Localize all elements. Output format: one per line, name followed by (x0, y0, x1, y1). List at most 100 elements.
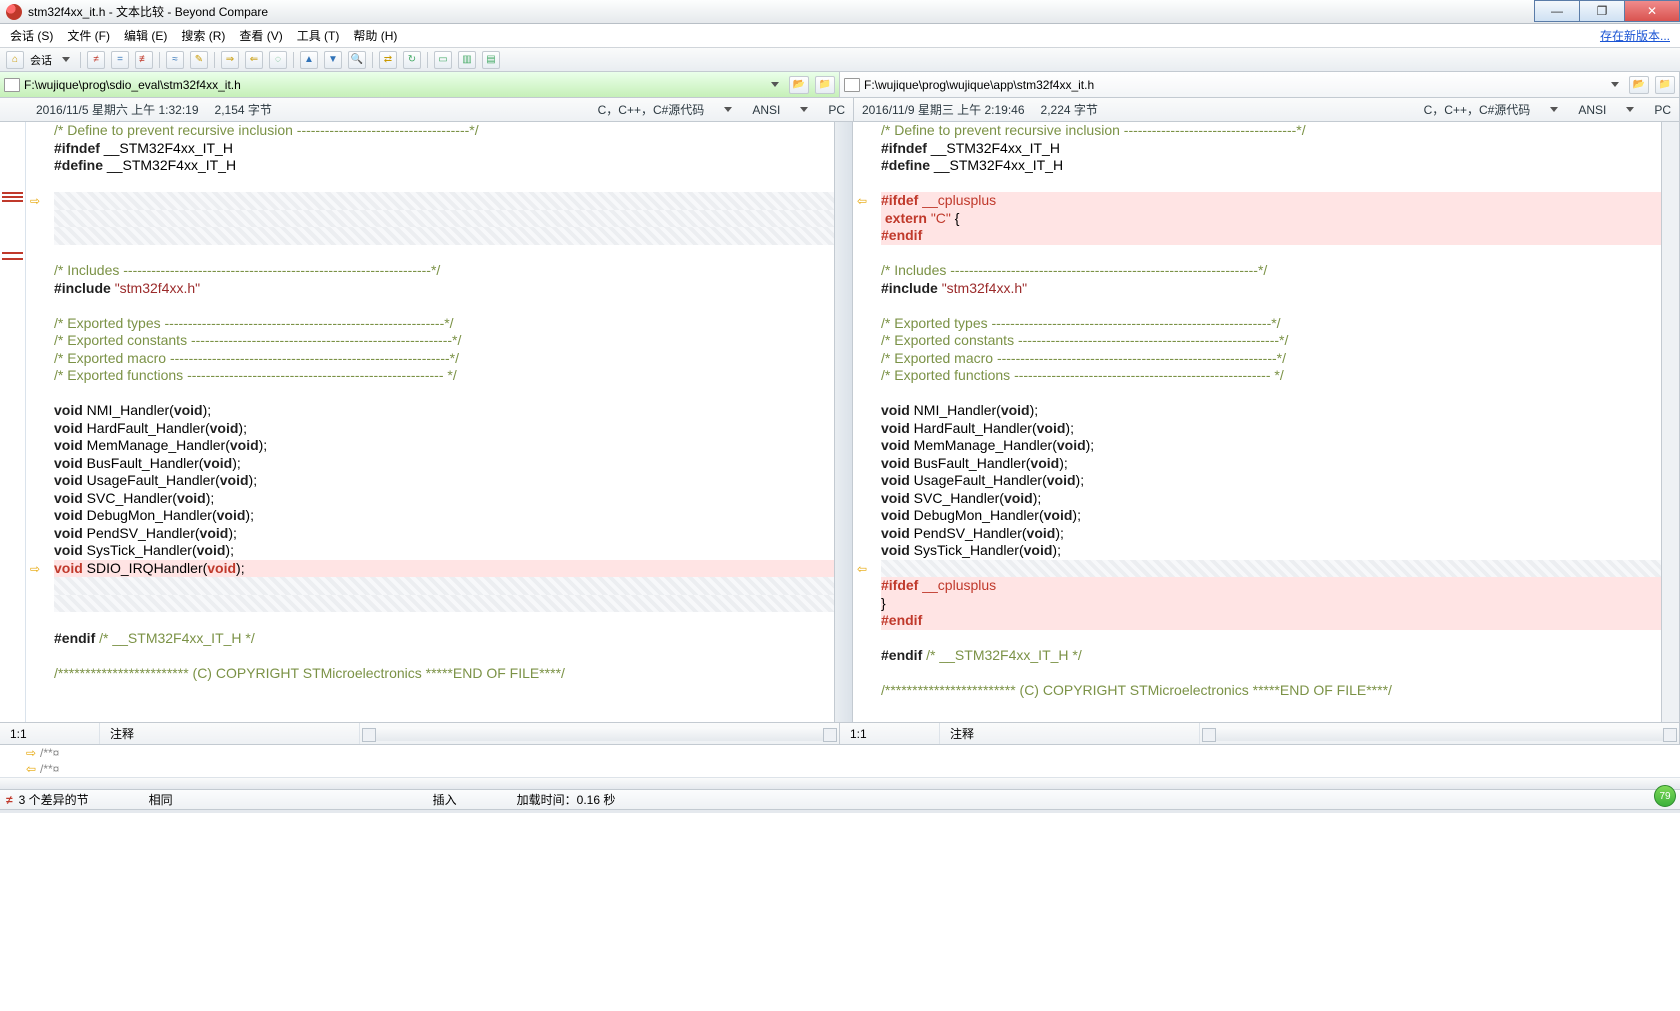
diff-arrow-icon[interactable]: ⇨ (30, 194, 44, 208)
scrollbar-h-right[interactable] (1216, 727, 1663, 741)
same-icon[interactable]: = (111, 51, 129, 69)
code-line[interactable]: #ifndef __STM32F4xx_IT_H (54, 140, 834, 158)
menu-search[interactable]: 搜索 (R) (181, 27, 225, 44)
layout-v-icon[interactable]: ▥ (458, 51, 476, 69)
minimize-button[interactable]: — (1534, 0, 1580, 22)
code-line[interactable] (881, 297, 1661, 315)
code-line[interactable] (881, 665, 1661, 683)
code-line[interactable]: /* Includes ----------------------------… (881, 262, 1661, 280)
code-line[interactable] (54, 647, 834, 665)
code-line[interactable]: void BusFault_Handler(void); (54, 455, 834, 473)
new-version-link[interactable]: 存在新版本... (1600, 27, 1670, 44)
scrollbar-v-left[interactable] (834, 122, 852, 722)
code-line[interactable] (54, 210, 834, 228)
merge-line[interactable]: ⇦/**¤ (0, 761, 1680, 777)
code-line[interactable]: /* Exported types ----------------------… (881, 315, 1661, 333)
code-line[interactable]: /************************ (C) COPYRIGHT … (54, 665, 834, 683)
code-line[interactable]: void MemManage_Handler(void); (54, 437, 834, 455)
code-line[interactable]: void HardFault_Handler(void); (881, 420, 1661, 438)
file-path-left[interactable]: F:\wujique\prog\sdio_eval\stm32f4xx_it.h (24, 78, 763, 92)
code-line[interactable]: /* Define to prevent recursive inclusion… (881, 122, 1661, 140)
code-line[interactable]: void UsageFault_Handler(void); (881, 472, 1661, 490)
code-line[interactable]: void DebugMon_Handler(void); (881, 507, 1661, 525)
code-line[interactable] (54, 192, 834, 210)
code-line[interactable]: void NMI_Handler(void); (881, 402, 1661, 420)
layout-h-icon[interactable]: ▭ (434, 51, 452, 69)
minor-icon[interactable]: ≈ (166, 51, 184, 69)
code-line[interactable]: #endif /* __STM32F4xx_IT_H */ (54, 630, 834, 648)
find-next-icon[interactable]: ▼ (324, 51, 342, 69)
code-line[interactable] (881, 560, 1661, 578)
code-line[interactable]: void SDIO_IRQHandler(void); (54, 560, 834, 578)
code-line[interactable]: /* Define to prevent recursive inclusion… (54, 122, 834, 140)
reload-icon[interactable]: ↻ (403, 51, 421, 69)
find-prev-icon[interactable]: ▲ (300, 51, 318, 69)
code-line[interactable] (881, 630, 1661, 648)
enc-right[interactable]: ANSI (1578, 103, 1606, 117)
code-line[interactable]: /************************ (C) COPYRIGHT … (881, 682, 1661, 700)
code-line[interactable]: #ifdef __cplusplus (881, 577, 1661, 595)
dropdown-icon[interactable] (771, 82, 779, 87)
copy-left-icon[interactable]: ⇒ (221, 51, 239, 69)
code-line[interactable]: /* Includes ----------------------------… (54, 262, 834, 280)
code-line[interactable]: /* Exported macro ----------------------… (881, 350, 1661, 368)
copy-right-icon[interactable]: ⇐ (245, 51, 263, 69)
code-line[interactable]: /* Exported macro ----------------------… (54, 350, 834, 368)
code-line[interactable]: #endif (881, 612, 1661, 630)
menu-help[interactable]: 帮助 (H) (353, 27, 397, 44)
merge-line[interactable]: ⇨/**¤ (0, 745, 1680, 761)
code-line[interactable] (881, 175, 1661, 193)
menu-session[interactable]: 会话 (S) (10, 27, 53, 44)
lang-right[interactable]: C，C++，C#源代码 (1424, 101, 1531, 118)
diff-arrow-icon[interactable]: ⇦ (857, 562, 871, 576)
code-line[interactable]: void SVC_Handler(void); (881, 490, 1661, 508)
code-line[interactable] (881, 700, 1661, 718)
orphan-icon[interactable]: ◌ (269, 51, 287, 69)
code-line[interactable]: /* Exported constants ------------------… (54, 332, 834, 350)
code-line[interactable] (54, 682, 834, 700)
menu-view[interactable]: 查看 (V) (239, 27, 282, 44)
code-line[interactable]: #ifdef __cplusplus (881, 192, 1661, 210)
code-line[interactable]: void PendSV_Handler(void); (54, 525, 834, 543)
code-line[interactable] (54, 595, 834, 613)
code-left[interactable]: /* Define to prevent recursive inclusion… (50, 122, 834, 722)
diff-arrow-icon[interactable]: ⇨ (30, 562, 44, 576)
code-line[interactable]: void HardFault_Handler(void); (54, 420, 834, 438)
close-button[interactable]: ✕ (1624, 0, 1680, 22)
open-left-icon[interactable]: 📂 (789, 76, 809, 94)
code-line[interactable]: void BusFault_Handler(void); (881, 455, 1661, 473)
code-line[interactable] (881, 385, 1661, 403)
code-line[interactable] (54, 297, 834, 315)
menu-edit[interactable]: 编辑 (E) (124, 27, 167, 44)
progress-bubble[interactable]: 79 (1654, 785, 1676, 807)
file-path-right[interactable]: F:\wujique\prog\wujique\app\stm32f4xx_it… (864, 78, 1603, 92)
code-line[interactable]: void MemManage_Handler(void); (881, 437, 1661, 455)
rules-icon[interactable]: ✎ (190, 51, 208, 69)
swap-icon[interactable]: ⇄ (379, 51, 397, 69)
code-line[interactable]: /* Exported constants ------------------… (881, 332, 1661, 350)
layout-3-icon[interactable]: ▤ (482, 51, 500, 69)
menu-tools[interactable]: 工具 (T) (297, 27, 340, 44)
scrollbar-v-right[interactable] (1661, 122, 1679, 722)
home-icon[interactable]: ⌂ (6, 51, 24, 69)
binoculars-icon[interactable]: 🔍 (348, 51, 366, 69)
browse-right-icon[interactable]: 📁 (1655, 76, 1675, 94)
lang-left[interactable]: C，C++，C#源代码 (598, 101, 705, 118)
code-line[interactable]: /* Exported functions ------------------… (54, 367, 834, 385)
code-line[interactable]: #ifndef __STM32F4xx_IT_H (881, 140, 1661, 158)
lineend-left[interactable]: PC (828, 103, 845, 117)
code-right[interactable]: /* Define to prevent recursive inclusion… (877, 122, 1661, 722)
code-line[interactable] (881, 245, 1661, 263)
code-line[interactable]: void NMI_Handler(void); (54, 402, 834, 420)
code-line[interactable] (54, 577, 834, 595)
code-line[interactable] (54, 612, 834, 630)
code-line[interactable]: #include "stm32f4xx.h" (54, 280, 834, 298)
code-line[interactable]: void DebugMon_Handler(void); (54, 507, 834, 525)
scrollbar-h-left[interactable] (376, 727, 823, 741)
code-line[interactable]: void SysTick_Handler(void); (54, 542, 834, 560)
code-line[interactable]: #define __STM32F4xx_IT_H (881, 157, 1661, 175)
code-line[interactable] (54, 227, 834, 245)
code-line[interactable]: #include "stm32f4xx.h" (881, 280, 1661, 298)
sessions-label[interactable]: 会话 (30, 52, 52, 68)
lineend-right[interactable]: PC (1654, 103, 1671, 117)
